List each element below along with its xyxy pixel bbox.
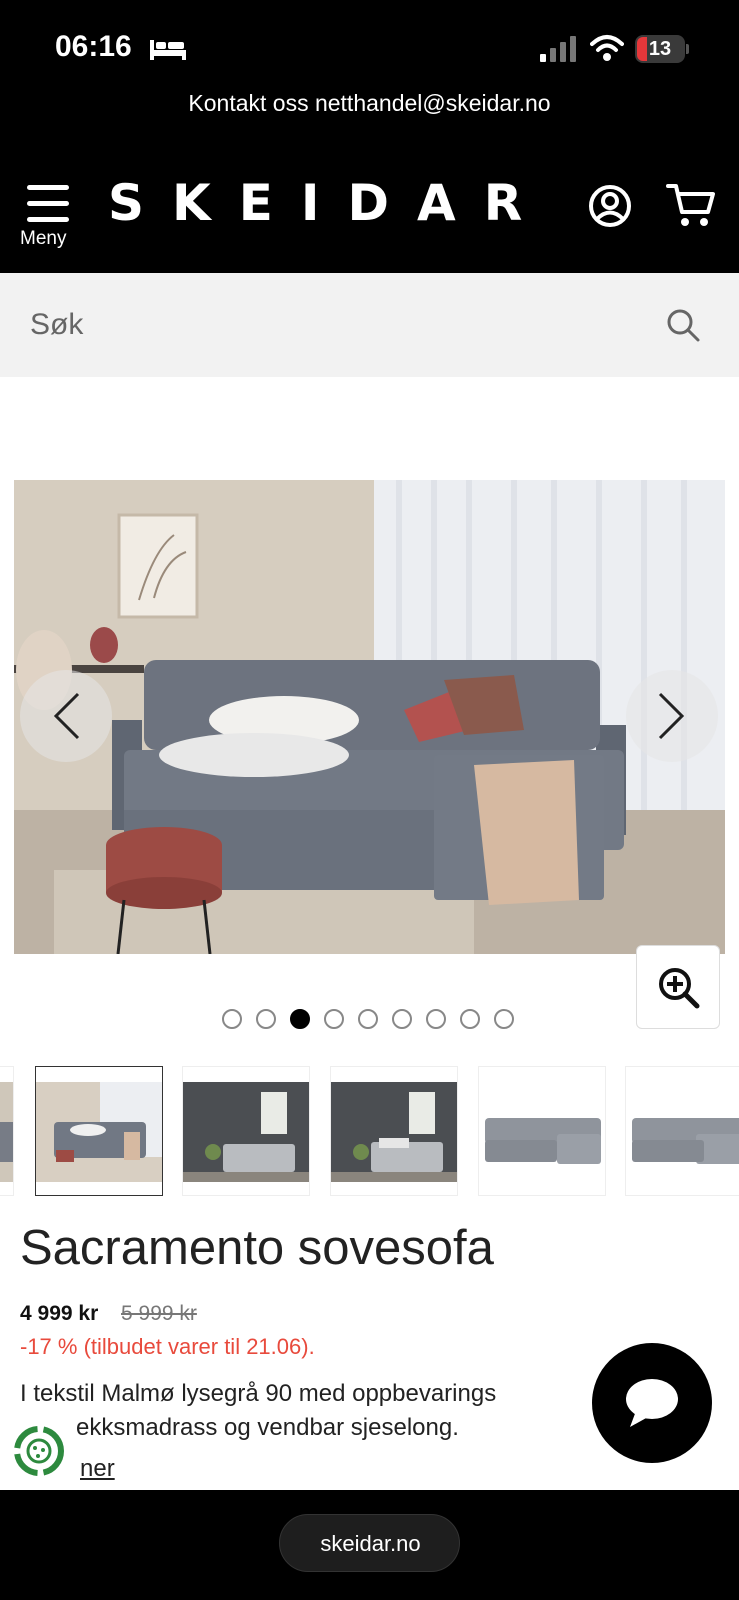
- carousel-dot-active[interactable]: [290, 1009, 310, 1029]
- product-title: Sacramento sovesofa: [20, 1221, 494, 1275]
- cookie-settings-icon[interactable]: [12, 1424, 66, 1478]
- bed-icon: [150, 40, 186, 60]
- carousel-dot[interactable]: [256, 1009, 276, 1029]
- carousel-dot[interactable]: [222, 1009, 242, 1029]
- menu-label: Meny: [20, 228, 67, 249]
- cart-icon[interactable]: [666, 182, 716, 228]
- hamburger-icon: [27, 185, 69, 223]
- url-text: skeidar.no: [320, 1531, 421, 1556]
- search-bar: [0, 273, 739, 377]
- chat-bubble-icon: [626, 1379, 678, 1427]
- thumbnail[interactable]: [478, 1066, 606, 1196]
- carousel-next-button[interactable]: [626, 670, 718, 762]
- status-bar: 06:16 13: [0, 0, 739, 90]
- account-icon[interactable]: [588, 184, 632, 228]
- search-icon[interactable]: [665, 307, 701, 343]
- signal-icon: [540, 36, 576, 62]
- price-row: 4 999 kr 5 999 kr: [20, 1302, 520, 1332]
- thumbnail[interactable]: [182, 1066, 310, 1196]
- status-time: 06:16: [55, 30, 132, 63]
- description-line: I tekstil Malmø lysegrå 90 med oppbevari…: [20, 1380, 497, 1407]
- search-input[interactable]: [30, 303, 630, 347]
- menu-button[interactable]: Meny: [20, 180, 80, 250]
- carousel-dot[interactable]: [460, 1009, 480, 1029]
- site-logo[interactable]: SKEIDAR: [108, 178, 522, 228]
- thumbnail-selected[interactable]: [35, 1066, 163, 1196]
- carousel-prev-button[interactable]: [20, 670, 112, 762]
- discount-text: -17 % (tilbudet varer til 21.06).: [20, 1334, 315, 1359]
- chevron-right-icon: [658, 692, 685, 740]
- old-price: 5 999 kr: [121, 1302, 197, 1325]
- zoom-button[interactable]: [636, 945, 720, 1029]
- carousel-dots: [222, 1009, 522, 1031]
- carousel-dot[interactable]: [494, 1009, 514, 1029]
- site-header: Meny SKEIDAR: [0, 140, 739, 273]
- thumbnail-strip: [0, 1066, 739, 1196]
- thumbnail[interactable]: [625, 1066, 739, 1196]
- thumbnail[interactable]: [330, 1066, 458, 1196]
- carousel-dot[interactable]: [324, 1009, 344, 1029]
- thumbnail[interactable]: [0, 1066, 14, 1196]
- browser-bar: skeidar.no: [0, 1490, 739, 1600]
- chat-button[interactable]: [592, 1343, 712, 1463]
- battery-level: 13: [648, 38, 672, 60]
- wifi-icon: [590, 35, 624, 61]
- carousel-dot[interactable]: [392, 1009, 412, 1029]
- carousel-dot[interactable]: [358, 1009, 378, 1029]
- battery-indicator: 13: [635, 35, 689, 63]
- zoom-in-icon: [659, 968, 700, 1009]
- chevron-left-icon: [53, 692, 80, 740]
- read-more-link[interactable]: ner: [80, 1455, 115, 1483]
- product-image[interactable]: [14, 480, 725, 954]
- description-line: ekksmadrass og vendbar sjeselong.: [76, 1414, 459, 1441]
- contact-bar: Kontakt oss netthandel@skeidar.no: [0, 90, 739, 140]
- url-bar[interactable]: skeidar.no: [279, 1514, 460, 1572]
- contact-link[interactable]: Kontakt oss netthandel@skeidar.no: [0, 90, 739, 117]
- current-price: 4 999 kr: [20, 1302, 99, 1325]
- carousel-dot[interactable]: [426, 1009, 446, 1029]
